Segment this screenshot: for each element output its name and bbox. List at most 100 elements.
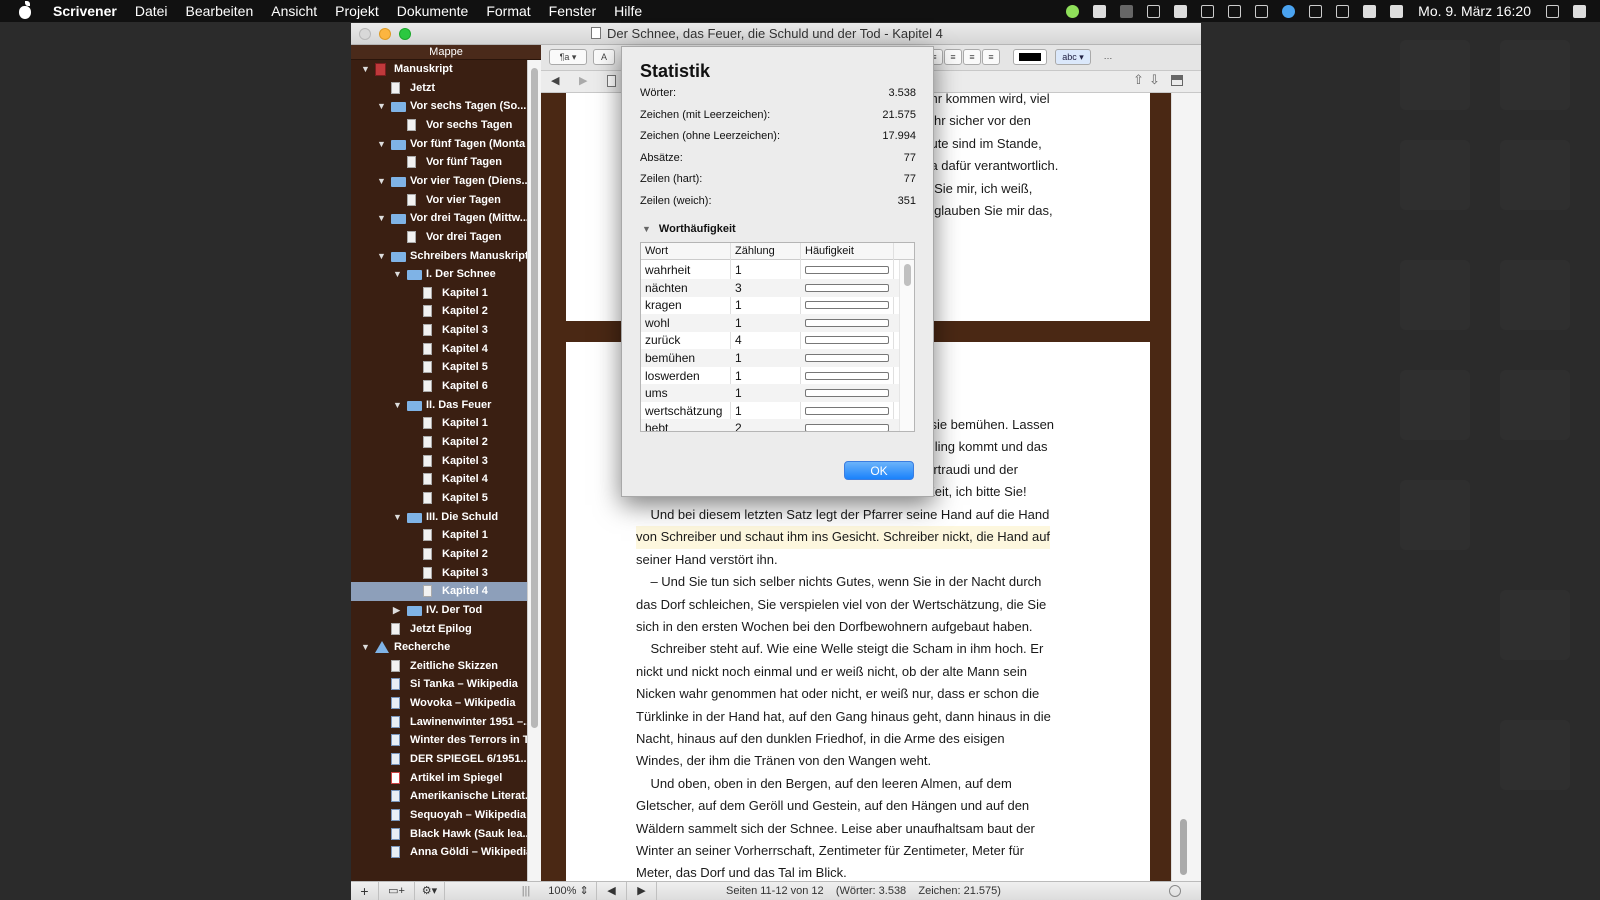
zoom-control[interactable]: 100% ⇕ xyxy=(541,882,597,900)
binder-item[interactable]: Kapitel 6 xyxy=(351,377,527,396)
word-frequency-scroll-thumb[interactable] xyxy=(904,264,911,286)
binder-item[interactable]: ▶ IV. Der Tod xyxy=(351,601,527,620)
binder-item[interactable]: Artikel im Spiegel xyxy=(351,769,527,788)
binder-item[interactable]: Vor vier Tagen xyxy=(351,191,527,210)
disclosure-triangle-icon[interactable]: ▼ xyxy=(642,224,651,234)
disclosure-closed-icon[interactable]: ▶ xyxy=(393,605,400,616)
align-center-button[interactable]: ≡ xyxy=(944,49,962,65)
dropbox-icon[interactable] xyxy=(1093,4,1107,18)
binder-item[interactable]: Wovoka – Wikipedia xyxy=(351,694,527,713)
table-row[interactable]: loswerden 1 xyxy=(641,367,899,385)
spotlight-search-icon[interactable] xyxy=(1546,4,1559,18)
apple-menu-icon[interactable] xyxy=(14,0,36,22)
more-toolbar-button[interactable]: … xyxy=(1101,49,1115,65)
font-dropdown[interactable]: A xyxy=(593,49,615,65)
previous-page-button[interactable]: ◀ xyxy=(597,882,627,900)
binder-item[interactable]: Vor drei Tagen xyxy=(351,228,527,247)
disclosure-open-icon[interactable]: ▼ xyxy=(377,176,386,186)
menu-clock[interactable]: Mo. 9. März 16:20 xyxy=(1418,3,1531,19)
binder-item[interactable]: Winter des Terrors in T... xyxy=(351,731,527,750)
document-proxy-icon[interactable] xyxy=(591,27,601,39)
disclosure-open-icon[interactable]: ▼ xyxy=(393,512,402,522)
binder-item[interactable]: ▼ Vor sechs Tagen (So... xyxy=(351,97,527,116)
previous-document-icon[interactable]: ⇧ xyxy=(1133,72,1144,88)
binder-item[interactable]: Kapitel 4 xyxy=(351,340,527,359)
column-header-frequency[interactable]: Häufigkeit xyxy=(805,245,854,257)
menu-dokumente[interactable]: Dokumente xyxy=(388,0,478,22)
binder-item[interactable]: ▼ III. Die Schuld xyxy=(351,508,527,527)
mail-icon[interactable] xyxy=(1147,4,1161,18)
zoom-window-button[interactable] xyxy=(399,28,411,40)
word-frequency-disclosure[interactable]: ▼ Worthäufigkeit xyxy=(642,223,736,235)
menu-format[interactable]: Format xyxy=(477,0,539,22)
binder-item[interactable]: Kapitel 3 xyxy=(351,452,527,471)
table-row[interactable]: bemühen 1 xyxy=(641,349,899,367)
binder-item[interactable]: ▼ Vor drei Tagen (Mittw... xyxy=(351,209,527,228)
time-machine-icon[interactable] xyxy=(1309,4,1323,18)
menu-app-name[interactable]: Scrivener xyxy=(44,0,126,22)
table-row[interactable]: wertschätzung 1 xyxy=(641,402,899,420)
text-color-button[interactable] xyxy=(1013,49,1047,65)
document-icon[interactable] xyxy=(607,75,616,87)
binder-item[interactable]: Kapitel 1 xyxy=(351,526,527,545)
binder-scroll-thumb[interactable] xyxy=(531,68,538,728)
align-justify-button[interactable]: ≡ xyxy=(982,49,1000,65)
menu-datei[interactable]: Datei xyxy=(126,0,177,22)
binder-item[interactable]: ▼ Recherche xyxy=(351,638,527,657)
status-grey-icon[interactable] xyxy=(1120,4,1134,18)
table-row[interactable]: wohl 1 xyxy=(641,313,899,332)
menu-hilfe[interactable]: Hilfe xyxy=(605,0,651,22)
binder-item[interactable]: ▼ II. Das Feuer xyxy=(351,396,527,415)
globe-icon[interactable] xyxy=(1228,4,1242,18)
binder-item[interactable]: Kapitel 1 xyxy=(351,284,527,303)
binder-item[interactable]: Kapitel 2 xyxy=(351,433,527,452)
forward-arrow-icon[interactable]: ▶ xyxy=(579,74,587,87)
split-editor-icon[interactable] xyxy=(1171,75,1183,86)
disclosure-open-icon[interactable]: ▼ xyxy=(393,269,402,279)
minimize-window-button[interactable] xyxy=(379,28,391,40)
binder-item[interactable]: Kapitel 2 xyxy=(351,302,527,321)
sidebar-resize-handle[interactable]: ||| xyxy=(511,882,541,900)
disclosure-open-icon[interactable]: ▼ xyxy=(377,213,386,223)
menu-fenster[interactable]: Fenster xyxy=(540,0,605,22)
table-row[interactable]: wahrheit 1 xyxy=(641,261,899,279)
table-row[interactable]: hebt 2 xyxy=(641,419,899,431)
target-icon[interactable] xyxy=(1169,885,1181,897)
status-green-icon[interactable] xyxy=(1066,4,1080,18)
table-row[interactable]: kragen 1 xyxy=(641,296,899,314)
binder-item[interactable]: Kapitel 2 xyxy=(351,545,527,564)
binder-item[interactable]: ▼ Manuskript xyxy=(351,60,527,79)
binder-item[interactable]: Sequoyah – Wikipedia xyxy=(351,806,527,825)
binder-item[interactable]: Amerikanische Literat... xyxy=(351,787,527,806)
binder-item[interactable]: ▼ I. Der Schnee xyxy=(351,265,527,284)
binder-item[interactable]: Kapitel 4 xyxy=(351,470,527,489)
sync-icon[interactable] xyxy=(1282,4,1296,18)
grid-icon[interactable] xyxy=(1201,4,1215,18)
binder-item[interactable]: Kapitel 4 xyxy=(351,582,527,602)
column-header-count[interactable]: Zählung xyxy=(735,245,775,257)
table-row[interactable]: nächten 3 xyxy=(641,278,899,297)
column-header-word[interactable]: Wort xyxy=(645,245,668,257)
binder-item[interactable]: Lawinenwinter 1951 –... xyxy=(351,713,527,732)
binder-item[interactable]: Black Hawk (Sauk lea... xyxy=(351,825,527,844)
binder-item[interactable]: ▼ Vor fünf Tagen (Monta xyxy=(351,135,527,154)
add-item-button[interactable]: + xyxy=(351,882,379,900)
word-frequency-scrollbar[interactable] xyxy=(899,260,914,431)
disclosure-open-icon[interactable]: ▼ xyxy=(361,642,370,652)
paragraph-style-dropdown[interactable]: ¶a ▾ xyxy=(549,49,587,65)
next-document-icon[interactable]: ⇩ xyxy=(1149,72,1160,88)
menu-ansicht[interactable]: Ansicht xyxy=(262,0,326,22)
binder-item[interactable]: Kapitel 3 xyxy=(351,564,527,583)
back-arrow-icon[interactable]: ◀ xyxy=(551,74,559,87)
binder-item[interactable]: Kapitel 1 xyxy=(351,414,527,433)
binder-item[interactable]: Vor fünf Tagen xyxy=(351,153,527,172)
menu-projekt[interactable]: Projekt xyxy=(326,0,388,22)
align-right-button[interactable]: ≡ xyxy=(963,49,981,65)
table-row[interactable]: ums 1 xyxy=(641,384,899,403)
binder-item[interactable]: ▼ Vor vier Tagen (Diens... xyxy=(351,172,527,191)
highlight-button[interactable]: abc ▾ xyxy=(1055,49,1091,65)
binder-scrollbar[interactable] xyxy=(527,60,541,881)
evernote-icon[interactable] xyxy=(1174,4,1188,18)
ok-button[interactable]: OK xyxy=(844,461,914,480)
binder-item[interactable]: Kapitel 5 xyxy=(351,358,527,377)
